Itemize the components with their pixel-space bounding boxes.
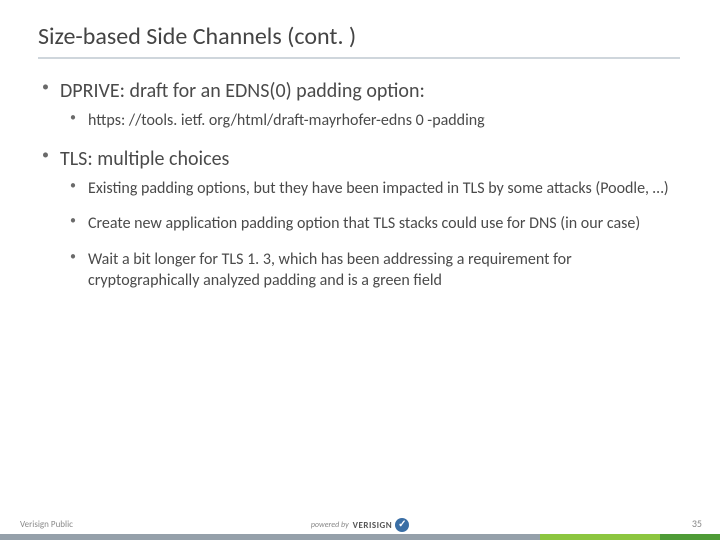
bar-segment-green-dark — [660, 534, 720, 540]
bullet-text: DPRIVE: draft for an EDNS(0) padding opt… — [60, 79, 425, 103]
bar-segment-grey — [0, 534, 540, 540]
powered-by-logo: powered by VERISIGN — [311, 518, 409, 532]
bullet-list-level2: Existing padding options, but they have … — [60, 178, 676, 292]
sub-bullet-item: https: //tools. ietf. org/html/draft-may… — [60, 110, 676, 132]
sub-bullet-item: Wait a bit longer for TLS 1. 3, which ha… — [60, 249, 676, 292]
slide-content: DPRIVE: draft for an EDNS(0) padding opt… — [38, 78, 676, 306]
footer-accent-bar — [0, 534, 720, 540]
sub-bullet-item: Existing padding options, but they have … — [60, 178, 676, 200]
slide-title: Size-based Side Channels (cont. ) — [38, 22, 680, 59]
powered-prefix: powered by — [311, 520, 349, 530]
sub-bullet-item: Create new application padding option th… — [60, 213, 676, 235]
bullet-list-level1: DPRIVE: draft for an EDNS(0) padding opt… — [38, 78, 676, 292]
verisign-logo: VERISIGN — [353, 518, 410, 532]
checkmark-icon — [395, 518, 409, 532]
bullet-text: TLS: multiple choices — [60, 147, 229, 171]
bullet-item: DPRIVE: draft for an EDNS(0) padding opt… — [38, 78, 676, 132]
bullet-list-level2: https: //tools. ietf. org/html/draft-may… — [60, 110, 676, 132]
bullet-item: TLS: multiple choices Existing padding o… — [38, 146, 676, 292]
footer-center: powered by VERISIGN — [0, 513, 720, 532]
bar-segment-green-light — [540, 534, 660, 540]
verisign-logo-text: VERISIGN — [353, 520, 393, 531]
slide: Size-based Side Channels (cont. ) DPRIVE… — [0, 0, 720, 540]
slide-footer: Verisign Public powered by VERISIGN 35 — [0, 516, 720, 540]
page-number: 35 — [692, 517, 702, 530]
